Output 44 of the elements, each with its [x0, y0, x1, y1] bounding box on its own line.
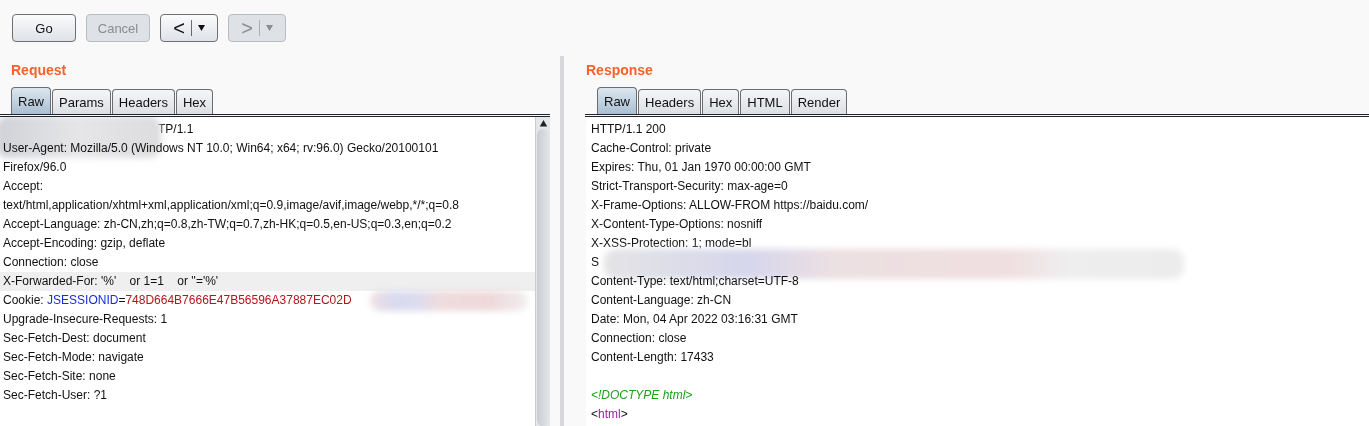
tab[interactable]: HTML — [740, 89, 790, 114]
code-line: Sec-Fetch-Site: none — [2, 368, 117, 385]
code-line: TP/1.1 — [0, 120, 535, 139]
tab[interactable]: Headers — [638, 89, 702, 114]
code-line: Cookie: JSESSIONID=748D664B7666E47B56596A37887EC02D — [0, 291, 535, 310]
code-line: Upgrade-Insecure-Requests: 1 — [2, 311, 169, 328]
toolbar-button[interactable]: Go — [12, 14, 76, 42]
tab[interactable]: Headers — [111, 89, 175, 114]
code-line: HTTP/1.1 200 — [590, 121, 667, 138]
tab[interactable]: Raw — [11, 87, 51, 114]
code-line: Content-Language: zh-CN — [590, 292, 733, 309]
code-line: Connection: close — [590, 330, 688, 347]
code-line: Date: Mon, 04 Apr 2022 03:16:31 GMT — [590, 311, 799, 328]
code-line: Content-Type: text/html;charset=UTF-8 — [590, 273, 800, 290]
code-line: X-Content-Type-Options: nosniff — [590, 216, 764, 233]
tab[interactable]: Render — [790, 89, 848, 114]
code-line: Accept-Language: zh-CN,zh;q=0.8,zh-TW;q=0.7,zh-HK;q=0.5,en-US;q=0.3,en;q=0.2 — [2, 216, 453, 233]
code-line: Sec-Fetch-Dest: document — [2, 330, 147, 347]
code-line: Sec-Fetch-Mode: navigate — [2, 349, 145, 366]
scrollbar[interactable] — [535, 117, 550, 426]
tab[interactable]: Hex — [702, 89, 740, 114]
code-line: X-Frame-Options: ALLOW-FROM https://baidu.com/ — [590, 197, 870, 214]
code-line: Firefox/96.0 — [2, 159, 68, 176]
code-line: Strict-Transport-Security: max-age=0 — [590, 178, 789, 195]
code-line: X-XSS-Protection: 1; mode=bl — [590, 235, 753, 252]
caret-icon — [197, 25, 205, 31]
code-line: <html> — [590, 406, 629, 423]
code-line: Cache-Control: private — [590, 140, 713, 157]
panel-title: Request — [10, 61, 68, 80]
tab[interactable]: Hex — [175, 89, 214, 114]
caret-icon — [265, 25, 273, 31]
panel-title: Response — [586, 61, 654, 80]
code-line: Connection: close — [2, 254, 100, 271]
code-line: Accept: — [2, 178, 45, 195]
code-line: Content-Length: 17433 — [590, 349, 715, 366]
tab[interactable]: Params — [52, 89, 111, 114]
code-line: User-Agent: Mozilla/5.0 (Windows NT 10.0; Win64; x64; rv:96.0) Gecko/20100101 — [2, 140, 440, 157]
code-line: Expires: Thu, 01 Jan 1970 00:00:00 GMT — [590, 159, 812, 176]
code-line: <!DOCTYPE html> — [590, 387, 694, 404]
code-line: text/html,application/xhtml+xml,application/xml;q=0.9,image/avif,image/webp,*/*;q=0.8 — [2, 197, 460, 214]
code-line: Accept-Encoding: gzip, deflate — [2, 235, 167, 252]
history-button[interactable]: < — [160, 14, 218, 42]
code-line: Sec-Fetch-User: ?1 — [2, 387, 109, 404]
tab[interactable]: Raw — [597, 87, 637, 114]
